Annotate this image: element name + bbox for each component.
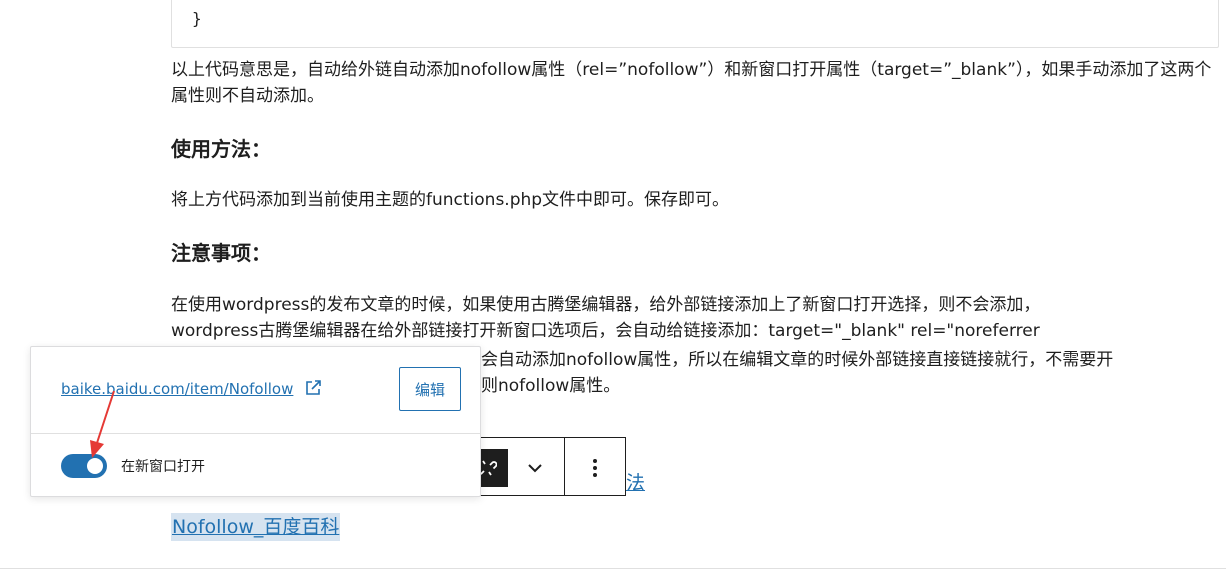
editor-canvas: } 以上代码意思是，自动给外链自动添加nofollow属性（rel=”nofol… <box>0 0 1226 571</box>
more-options-button[interactable] <box>576 450 614 486</box>
paragraph-notes-line3[interactable]: 会自动添加nofollow属性，所以在编辑文章的时候外部链接直接链接就行，不需要… <box>481 347 1221 373</box>
heading-usage[interactable]: 使用方法： <box>171 135 271 163</box>
heading-notes[interactable]: 注意事项： <box>171 239 271 267</box>
more-vertical-icon <box>593 459 597 477</box>
paragraph-notes-line1[interactable]: 在使用wordpress的发布文章的时候，如果使用古腾堡编辑器，给外部链接添加上… <box>171 292 1221 318</box>
paragraph-usage[interactable]: 将上方代码添加到当前使用主题的functions.php文件中即可。保存即可。 <box>171 187 1221 213</box>
divider <box>0 568 1226 569</box>
chevron-down-icon <box>528 464 542 473</box>
paragraph-explanation[interactable]: 以上代码意思是，自动给外链自动添加nofollow属性（rel=”nofollo… <box>171 57 1221 109</box>
code-block[interactable]: } <box>171 0 1219 48</box>
toolbar-separator <box>564 437 565 496</box>
external-link-icon[interactable] <box>304 379 322 397</box>
code-closing-brace: } <box>192 9 202 28</box>
edit-link-button[interactable]: 编辑 <box>399 367 461 411</box>
annotation-arrow-icon <box>90 390 115 458</box>
link-options-dropdown[interactable] <box>516 450 554 486</box>
partial-link-text[interactable]: 法 <box>626 468 645 495</box>
paragraph-notes-line2[interactable]: wordpress古腾堡编辑器在给外部链接打开新窗口选项后，会自动给链接添加：t… <box>171 318 1221 344</box>
selected-link[interactable]: Nofollow_百度百科 <box>171 513 341 541</box>
paragraph-notes-line4[interactable]: 则nofollow属性。 <box>481 373 1221 399</box>
open-new-tab-label: 在新窗口打开 <box>121 459 205 475</box>
